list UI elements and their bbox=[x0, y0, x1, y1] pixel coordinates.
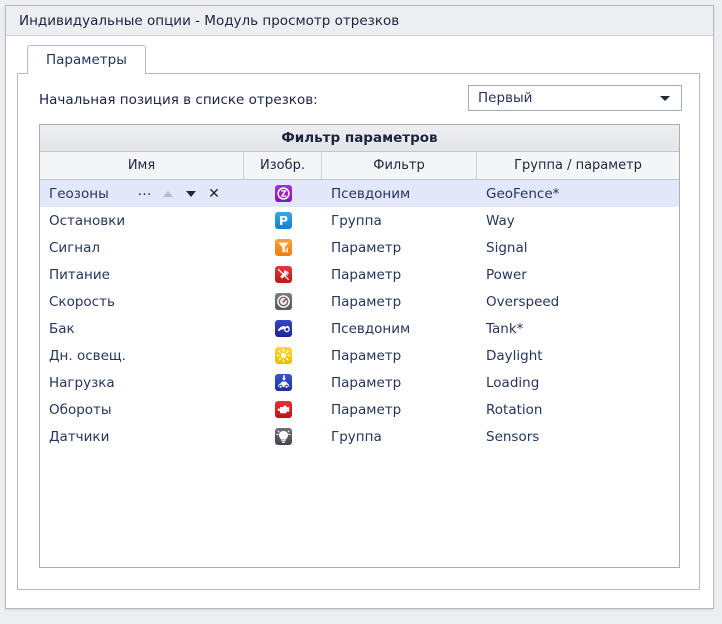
tab-parameters-label: Параметры bbox=[46, 52, 127, 68]
cell-filter: Псевдоним bbox=[331, 320, 411, 337]
cell-group: Signal bbox=[486, 239, 528, 256]
cell-image bbox=[244, 396, 322, 423]
dialog-titlebar: Индивидуальные опции - Модуль просмотр о… bbox=[6, 6, 713, 36]
table-body: Геозоны… ✕ Псевдоним GeoFence* Остановки P Гру… bbox=[40, 180, 679, 450]
parameter-filter-table: Фильтр параметров Имя Изобр. Фильтр Груп… bbox=[39, 124, 680, 568]
cell-group: Sensors bbox=[486, 428, 540, 445]
options-dialog: Индивидуальные опции - Модуль просмотр о… bbox=[5, 5, 714, 609]
tab-strip: Параметры bbox=[17, 45, 700, 74]
cell-group: Loading bbox=[486, 374, 540, 391]
signal-icon bbox=[274, 239, 292, 256]
cell-filter: Параметр bbox=[331, 266, 402, 283]
table-row[interactable]: Бак Псевдоним Tank* bbox=[40, 315, 679, 342]
cell-name: Питание bbox=[40, 261, 244, 288]
cell-name: Датчики bbox=[40, 423, 244, 450]
row-name-label: Обороты bbox=[49, 401, 112, 418]
parking-icon: P bbox=[274, 212, 292, 229]
row-name-label: Геозоны bbox=[49, 185, 109, 202]
geofence-icon bbox=[274, 185, 292, 202]
table-row[interactable]: Обороты Параметр Rotation bbox=[40, 396, 679, 423]
move-down-icon[interactable] bbox=[184, 186, 198, 202]
cell-name: Геозоны… ✕ bbox=[40, 180, 244, 207]
row-name-label: Дн. освещ. bbox=[49, 347, 126, 364]
tank-icon bbox=[274, 320, 292, 337]
cell-image bbox=[244, 315, 322, 342]
column-header-name[interactable]: Имя bbox=[40, 152, 244, 179]
cell-image bbox=[244, 342, 322, 369]
cell-name: Скорость bbox=[40, 288, 244, 315]
table-row[interactable]: Нагрузка Параметр Loading bbox=[40, 369, 679, 396]
row-actions: … ✕ bbox=[138, 180, 221, 207]
cell-name: Обороты bbox=[40, 396, 244, 423]
cell-filter: Параметр bbox=[331, 347, 402, 364]
table-column-header: Имя Изобр. Фильтр Группа / параметр bbox=[40, 152, 679, 180]
cell-filter: Параметр bbox=[331, 293, 402, 310]
cell-filter: Параметр bbox=[331, 239, 402, 256]
tab-parameters[interactable]: Параметры bbox=[27, 45, 146, 74]
sensors-icon bbox=[274, 428, 292, 445]
speed-icon bbox=[274, 293, 292, 310]
dialog-root: Индивидуальные опции - Модуль просмотр о… bbox=[0, 0, 722, 624]
table-row[interactable]: Скорость Параметр Overspeed bbox=[40, 288, 679, 315]
table-row[interactable]: Питание Параметр Power bbox=[40, 261, 679, 288]
daylight-icon bbox=[274, 347, 292, 364]
cell-image bbox=[244, 180, 322, 207]
table-row[interactable]: Датчики Группа Sensors bbox=[40, 423, 679, 450]
row-name-label: Нагрузка bbox=[49, 374, 115, 391]
cell-name: Остановки bbox=[40, 207, 244, 234]
cell-group: Power bbox=[486, 266, 527, 283]
cell-filter: Параметр bbox=[331, 374, 402, 391]
cell-group: Daylight bbox=[486, 347, 543, 364]
cell-group: Rotation bbox=[486, 401, 543, 418]
row-name-label: Скорость bbox=[49, 293, 115, 310]
more-options-icon[interactable]: … bbox=[138, 183, 152, 204]
row-name-label: Датчики bbox=[49, 428, 110, 445]
start-position-label: Начальная позиция в списке отрезков: bbox=[39, 92, 318, 108]
column-header-filter[interactable]: Фильтр bbox=[322, 152, 477, 179]
cell-name: Нагрузка bbox=[40, 369, 244, 396]
move-up-icon[interactable] bbox=[161, 186, 175, 202]
row-name-label: Бак bbox=[49, 320, 75, 337]
svg-text:P: P bbox=[278, 213, 287, 228]
rotation-icon bbox=[274, 401, 292, 418]
cell-image: P bbox=[244, 207, 322, 234]
cell-image bbox=[244, 288, 322, 315]
power-icon bbox=[274, 266, 292, 283]
cell-image bbox=[244, 234, 322, 261]
cell-name: Дн. освещ. bbox=[40, 342, 244, 369]
cell-group: Tank* bbox=[486, 320, 524, 337]
cell-filter: Группа bbox=[331, 428, 382, 445]
row-name-label: Остановки bbox=[49, 212, 126, 229]
tab-page-parameters: Начальная позиция в списке отрезков: Пер… bbox=[17, 73, 700, 590]
cell-filter: Псевдоним bbox=[331, 185, 411, 202]
row-name-label: Сигнал bbox=[49, 239, 101, 256]
loading-icon bbox=[274, 374, 292, 391]
column-header-group[interactable]: Группа / параметр bbox=[477, 152, 679, 179]
cell-image bbox=[244, 369, 322, 396]
table-row[interactable]: Геозоны… ✕ Псевдоним GeoFence* bbox=[40, 180, 679, 207]
remove-row-icon[interactable]: ✕ bbox=[207, 186, 221, 202]
content-panel: Параметры Начальная позиция в списке отр… bbox=[17, 45, 700, 590]
cell-group: Way bbox=[486, 212, 515, 229]
table-row[interactable]: Сигнал Параметр Signal bbox=[40, 234, 679, 261]
cell-filter: Параметр bbox=[331, 401, 402, 418]
table-row[interactable]: Остановки P Группа Way bbox=[40, 207, 679, 234]
row-name-label: Питание bbox=[49, 266, 110, 283]
cell-group: GeoFence* bbox=[486, 185, 560, 202]
dialog-title: Индивидуальные опции - Модуль просмотр о… bbox=[19, 13, 400, 29]
table-row[interactable]: Дн. освещ. Параметр Daylight bbox=[40, 342, 679, 369]
start-position-value: Первый bbox=[478, 90, 533, 106]
cell-image bbox=[244, 423, 322, 450]
start-position-select[interactable]: Первый bbox=[468, 85, 682, 111]
cell-name: Бак bbox=[40, 315, 244, 342]
chevron-down-icon bbox=[660, 96, 670, 101]
cell-name: Сигнал bbox=[40, 234, 244, 261]
cell-image bbox=[244, 261, 322, 288]
start-position-row: Начальная позиция в списке отрезков: Пер… bbox=[18, 73, 699, 129]
table-group-header: Фильтр параметров bbox=[40, 125, 679, 152]
column-header-image[interactable]: Изобр. bbox=[244, 152, 322, 179]
cell-filter: Группа bbox=[331, 212, 382, 229]
cell-group: Overspeed bbox=[486, 293, 560, 310]
